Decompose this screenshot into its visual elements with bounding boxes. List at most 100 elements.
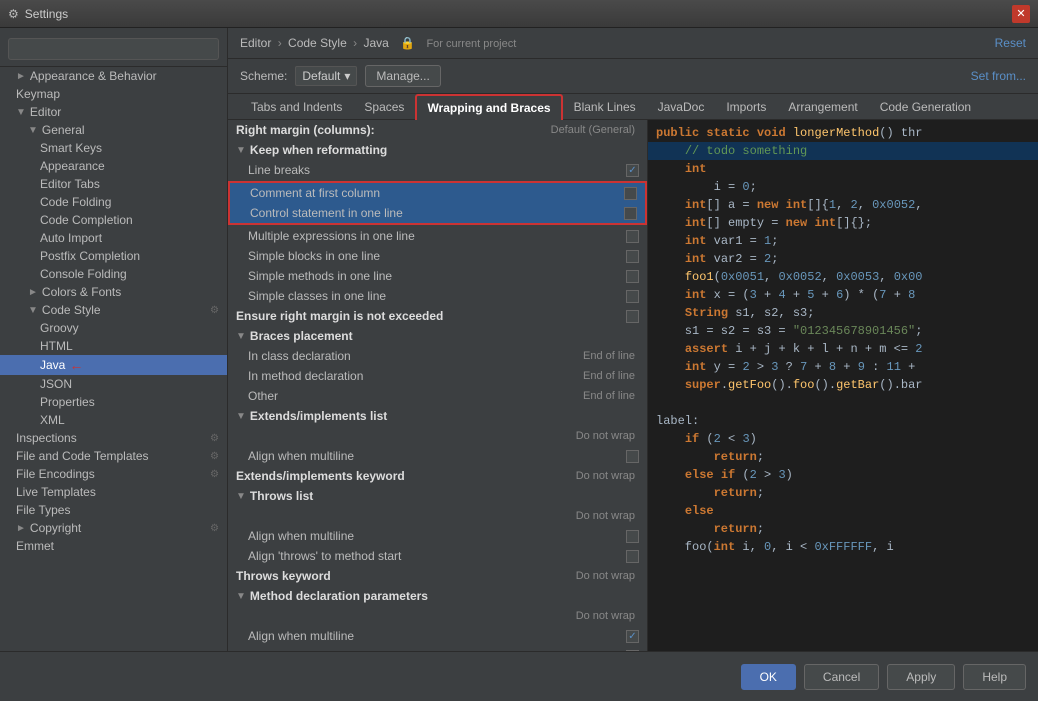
tab-tabs-and-indents[interactable]: Tabs and Indents bbox=[240, 94, 353, 120]
sidebar-item-groovy[interactable]: Groovy bbox=[0, 319, 227, 337]
collapse-icon: ▼ bbox=[236, 411, 246, 422]
scheme-select[interactable]: Default ▾ bbox=[295, 66, 357, 86]
sidebar-item-console-folding[interactable]: Console Folding bbox=[0, 265, 227, 283]
set-from-link[interactable]: Set from... bbox=[971, 69, 1026, 83]
code-line: i = 0; bbox=[648, 178, 1038, 196]
control-statement-row[interactable]: Control statement in one line bbox=[230, 203, 645, 223]
sidebar-item-inspections[interactable]: Inspections ⚙ bbox=[0, 429, 227, 447]
tab-blank-lines[interactable]: Blank Lines bbox=[563, 94, 647, 120]
code-line: foo1(0x0051, 0x0052, 0x0053, 0x00 bbox=[648, 268, 1038, 286]
sidebar-item-keymap[interactable]: Keymap bbox=[0, 85, 227, 103]
scheme-value: Default bbox=[302, 69, 340, 83]
sidebar-item-postfix-completion[interactable]: Postfix Completion bbox=[0, 247, 227, 265]
code-line: else bbox=[648, 502, 1038, 520]
section-label: Throws list bbox=[250, 489, 313, 503]
right-margin-value: Default (General) bbox=[551, 124, 639, 136]
simple-blocks-checkbox[interactable] bbox=[626, 250, 639, 263]
close-button[interactable]: ✕ bbox=[1012, 5, 1030, 23]
sidebar-item-file-code-templates[interactable]: File and Code Templates ⚙ bbox=[0, 447, 227, 465]
extends-list-header[interactable]: ▼ Extends/implements list bbox=[228, 406, 647, 426]
sidebar-item-xml[interactable]: XML bbox=[0, 411, 227, 429]
tab-spaces[interactable]: Spaces bbox=[353, 94, 415, 120]
braces-placement-header[interactable]: ▼ Braces placement bbox=[228, 326, 647, 346]
sidebar-label: Groovy bbox=[40, 321, 79, 335]
code-line: if (2 < 3) bbox=[648, 430, 1038, 448]
sidebar-item-colors-fonts[interactable]: ► Colors & Fonts bbox=[0, 283, 227, 301]
ensure-right-margin-checkbox[interactable] bbox=[626, 310, 639, 323]
sidebar-item-editor-tabs[interactable]: Editor Tabs bbox=[0, 175, 227, 193]
sidebar-item-auto-import[interactable]: Auto Import bbox=[0, 229, 227, 247]
sidebar-search-container bbox=[0, 32, 227, 67]
sidebar-item-copyright[interactable]: ► Copyright ⚙ bbox=[0, 519, 227, 537]
simple-classes-checkbox[interactable] bbox=[626, 290, 639, 303]
sidebar-label: Editor Tabs bbox=[40, 177, 100, 191]
sidebar-item-file-types[interactable]: File Types bbox=[0, 501, 227, 519]
simple-blocks-row: Simple blocks in one line bbox=[228, 246, 647, 266]
sidebar-item-general[interactable]: ▼ General bbox=[0, 121, 227, 139]
align-multiline-extends-checkbox[interactable] bbox=[626, 450, 639, 463]
code-line: return; bbox=[648, 520, 1038, 538]
apply-button[interactable]: Apply bbox=[887, 664, 955, 690]
other-value: End of line bbox=[559, 390, 639, 402]
keep-when-reformatting-header[interactable]: ▼ Keep when reformatting bbox=[228, 140, 647, 160]
sidebar-item-code-folding[interactable]: Code Folding bbox=[0, 193, 227, 211]
sidebar: ► Appearance & Behavior Keymap ▼ Editor … bbox=[0, 28, 228, 651]
code-line: int y = 2 > 3 ? 7 + 8 + 9 : 11 + bbox=[648, 358, 1038, 376]
align-multiline-throws-label: Align when multiline bbox=[248, 529, 622, 543]
cancel-button[interactable]: Cancel bbox=[804, 664, 879, 690]
code-line: return; bbox=[648, 484, 1038, 502]
throws-keyword-value: Do not wrap bbox=[559, 570, 639, 582]
simple-methods-checkbox[interactable] bbox=[626, 270, 639, 283]
sidebar-label: Properties bbox=[40, 395, 95, 409]
sidebar-item-html[interactable]: HTML bbox=[0, 337, 227, 355]
comment-at-first-column-row[interactable]: Comment at first column bbox=[230, 183, 645, 203]
sidebar-item-code-completion[interactable]: Code Completion bbox=[0, 211, 227, 229]
line-breaks-checkbox[interactable] bbox=[626, 164, 639, 177]
align-throws-method-start-checkbox[interactable] bbox=[626, 550, 639, 563]
title-bar: ⚙ Settings ✕ bbox=[0, 0, 1038, 28]
in-method-declaration-row: In method declaration End of line bbox=[228, 366, 647, 386]
sidebar-item-json[interactable]: JSON bbox=[0, 375, 227, 393]
sidebar-item-smart-keys[interactable]: Smart Keys bbox=[0, 139, 227, 157]
sidebar-item-properties[interactable]: Properties bbox=[0, 393, 227, 411]
gear-icon: ⚙ bbox=[210, 305, 219, 316]
tab-imports[interactable]: Imports bbox=[715, 94, 777, 120]
throws-list-header[interactable]: ▼ Throws list bbox=[228, 486, 647, 506]
multiple-expressions-checkbox[interactable] bbox=[626, 230, 639, 243]
sidebar-item-live-templates[interactable]: Live Templates bbox=[0, 483, 227, 501]
code-line: int[] a = new int[]{1, 2, 0x0052, bbox=[648, 196, 1038, 214]
tab-arrangement[interactable]: Arrangement bbox=[777, 94, 868, 120]
reset-link[interactable]: Reset bbox=[995, 36, 1026, 50]
expand-arrow: ▼ bbox=[28, 125, 38, 136]
sidebar-item-appearance[interactable]: Appearance bbox=[0, 157, 227, 175]
align-multiline-method-decl-checkbox[interactable] bbox=[626, 630, 639, 643]
align-when-multiline-throws-row: Align when multiline bbox=[228, 526, 647, 546]
tab-code-generation[interactable]: Code Generation bbox=[869, 94, 982, 120]
sidebar-item-appearance-behavior[interactable]: ► Appearance & Behavior bbox=[0, 67, 227, 85]
align-multiline-throws-checkbox[interactable] bbox=[626, 530, 639, 543]
search-input[interactable] bbox=[8, 38, 219, 60]
code-line: int var1 = 1; bbox=[648, 232, 1038, 250]
sidebar-item-java[interactable]: Java ← bbox=[0, 355, 227, 375]
sidebar-item-emmet[interactable]: Emmet bbox=[0, 537, 227, 555]
tab-javadoc[interactable]: JavaDoc bbox=[647, 94, 716, 120]
sidebar-item-code-style[interactable]: ▼ Code Style ⚙ bbox=[0, 301, 227, 319]
method-decl-params-header[interactable]: ▼ Method declaration parameters bbox=[228, 586, 647, 606]
sidebar-item-file-encodings[interactable]: File Encodings ⚙ bbox=[0, 465, 227, 483]
tab-wrapping-and-braces[interactable]: Wrapping and Braces bbox=[415, 94, 562, 120]
simple-classes-label: Simple classes in one line bbox=[248, 289, 622, 303]
code-line: int bbox=[648, 160, 1038, 178]
code-line: super.getFoo().foo().getBar().bar bbox=[648, 376, 1038, 394]
code-preview: public static void longerMethod() thr //… bbox=[648, 120, 1038, 651]
gear-icon: ⚙ bbox=[210, 451, 219, 462]
simple-classes-row: Simple classes in one line bbox=[228, 286, 647, 306]
simple-blocks-label: Simple blocks in one line bbox=[248, 249, 622, 263]
help-button[interactable]: Help bbox=[963, 664, 1026, 690]
control-statement-label: Control statement in one line bbox=[250, 206, 620, 220]
comment-checkbox[interactable] bbox=[624, 187, 637, 200]
control-statement-checkbox[interactable] bbox=[624, 207, 637, 220]
in-class-declaration-row: In class declaration End of line bbox=[228, 346, 647, 366]
sidebar-item-editor[interactable]: ▼ Editor bbox=[0, 103, 227, 121]
manage-button[interactable]: Manage... bbox=[365, 65, 440, 87]
ok-button[interactable]: OK bbox=[741, 664, 796, 690]
